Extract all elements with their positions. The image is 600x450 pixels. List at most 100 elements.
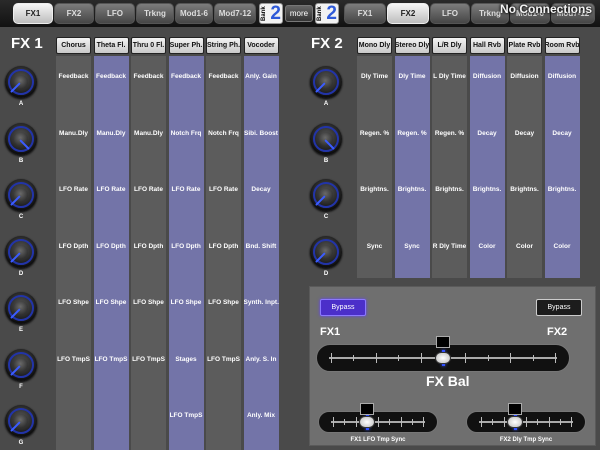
knob-fx1-c[interactable]	[5, 179, 37, 211]
param-label: Anly. S. In	[245, 355, 277, 363]
bank-word: Bank	[261, 6, 267, 21]
param-label: Decay	[552, 129, 572, 137]
slider-tick	[353, 355, 355, 361]
knob-label: A	[18, 101, 24, 107]
bank-number: 2	[270, 3, 281, 24]
param-label: Sync	[404, 242, 420, 250]
tab-lfo-right[interactable]: LFO	[430, 3, 470, 24]
knob-fx2-b[interactable]	[310, 122, 342, 155]
fx-type-button-fx1-1[interactable]: Theta Fl.	[93, 37, 129, 54]
knob-fx1-e[interactable]	[5, 292, 37, 324]
tab-fx2-left[interactable]: FX2	[54, 3, 94, 24]
knob-fx2-c[interactable]	[310, 179, 342, 211]
param-label: Notch Frq	[170, 129, 202, 137]
param-label: LFO Rate	[96, 186, 126, 193]
bank-word: Bank	[317, 6, 323, 21]
tab-lfo-left[interactable]: LFO	[95, 3, 135, 24]
fx-param-column: Feedback Manu.Dly LFO Rate LFO Dpth LFO Shpe…	[131, 56, 166, 450]
slider-tick	[378, 417, 379, 427]
fx2-delay-tempo-sync-slider[interactable]	[466, 403, 586, 433]
fx-param-column: Dly Time Regen. % Brightns. Sync	[357, 56, 392, 278]
tab-fx1-right[interactable]: FX1	[344, 3, 386, 24]
slider-tick	[559, 419, 561, 425]
slider-tick	[481, 417, 482, 427]
tab-fx2-right[interactable]: FX2	[387, 3, 429, 24]
fx-type-button-fx1-5[interactable]: Vocoder	[243, 37, 279, 54]
fx-type-button-fx2-1[interactable]: Stereo Dly	[394, 37, 430, 54]
slider-tick	[344, 419, 346, 425]
fx1-lfo-tempo-sync-label: FX1 LFO Tmp Sync	[350, 437, 406, 443]
param-label: Feedback	[133, 73, 164, 80]
slider-tick	[420, 353, 422, 363]
knob-label: A	[323, 101, 329, 107]
fx2-title: FX 2	[311, 35, 343, 52]
slider-tick	[555, 353, 556, 363]
param-label: Diffusion	[472, 73, 502, 80]
param-label: Diffusion	[510, 73, 539, 80]
fx-type-button-fx2-3[interactable]: Hall Rvb	[469, 37, 505, 54]
fx-type-button-fx1-0[interactable]: Chorus	[56, 37, 91, 54]
param-label: Regen. %	[359, 129, 390, 137]
fx1-lfo-tempo-sync-slider[interactable]	[318, 403, 438, 433]
bank-indicator-right[interactable]: Bank 2	[315, 3, 339, 24]
param-label: Sync	[366, 242, 383, 250]
slider-thumb[interactable]	[435, 352, 451, 364]
param-label: Diffusion	[547, 73, 577, 80]
knob-fx1-b[interactable]	[5, 122, 37, 155]
param-label: Feedback	[96, 73, 126, 80]
fx-balance-slider[interactable]	[316, 336, 570, 372]
fx-type-button-fx2-5[interactable]: Room Rvb	[544, 37, 580, 54]
knob-label: C	[18, 214, 24, 220]
param-label: Color	[516, 242, 533, 250]
fx-param-column: Anly. Gain Sibi. Boost Decay Bnd. Shift Synt…	[243, 56, 279, 450]
knob-fx1-f[interactable]	[5, 348, 37, 381]
fx2-delay-tempo-sync-label: FX2 Dly Tmp Sync	[499, 437, 553, 443]
param-label: LFO Shpe	[170, 299, 202, 306]
knob-fx2-d[interactable]	[310, 235, 342, 268]
bank-number: 2	[326, 3, 337, 24]
fx-type-button-fx1-3[interactable]: Super Ph.	[168, 37, 204, 54]
tab-trkng-left[interactable]: Trkng	[136, 3, 174, 24]
knob-fx1-d[interactable]	[5, 235, 37, 268]
param-label: LFO Rate	[59, 186, 88, 193]
fx-type-button-fx2-4[interactable]: Plate Rvb	[507, 37, 542, 54]
param-label: L Dly Time	[433, 73, 466, 80]
fx-param-column: Feedback Notch Frq LFO Rate LFO Dpth LFO Shp…	[206, 56, 241, 450]
slider-tick	[571, 417, 572, 427]
slider-tick	[375, 353, 377, 363]
slider-thumb[interactable]	[506, 416, 523, 428]
knob-label: D	[18, 270, 24, 277]
slider-tick	[492, 419, 494, 425]
fx-type-button-fx1-4[interactable]: String Ph.	[206, 37, 241, 54]
param-label: LFO TmpS	[207, 355, 240, 363]
param-label: Decay	[514, 129, 535, 137]
tab-mod1-6-left[interactable]: Mod1-6	[175, 3, 213, 24]
slider-value-box	[436, 336, 450, 348]
fx1-bypass-button[interactable]: Bypass	[320, 299, 366, 316]
bank-indicator-left[interactable]: Bank 2	[259, 3, 283, 24]
knob-fx2-a[interactable]	[310, 66, 342, 98]
knob-fx1-a[interactable]	[5, 66, 37, 98]
slider-value-box	[359, 403, 374, 415]
tab-fx1-left[interactable]: FX1	[13, 3, 53, 24]
param-label: Manu.Dly	[59, 129, 88, 137]
fx2-bypass-button[interactable]: Bypass	[536, 299, 582, 316]
connection-status: No Connections	[500, 2, 592, 16]
slider-tick	[411, 419, 413, 425]
param-label: Brightns.	[435, 186, 464, 193]
fx-type-button-fx2-2[interactable]: L/R Dly	[432, 37, 467, 54]
slider-tick	[526, 417, 527, 427]
fx-balance-panel: Bypass Bypass FX1 FX2 FX Bal FX1 LFO Tmp…	[309, 286, 596, 446]
tab-mod7-12-left[interactable]: Mod7-12	[214, 3, 256, 24]
slider-tick	[503, 417, 505, 427]
param-label: LFO Dpth	[133, 242, 164, 250]
knob-fx1-g[interactable]	[5, 405, 37, 437]
knob-label: B	[323, 157, 329, 164]
fx-type-button-fx2-0[interactable]: Mono Dly	[357, 37, 392, 54]
knob-label: E	[18, 327, 23, 333]
param-label: Brightns.	[510, 186, 539, 193]
more-button[interactable]: more	[285, 5, 313, 22]
fx-type-button-fx1-2[interactable]: Thru 0 Fl.	[131, 37, 166, 54]
slider-thumb[interactable]	[358, 416, 375, 428]
param-label: LFO Rate	[134, 186, 163, 193]
